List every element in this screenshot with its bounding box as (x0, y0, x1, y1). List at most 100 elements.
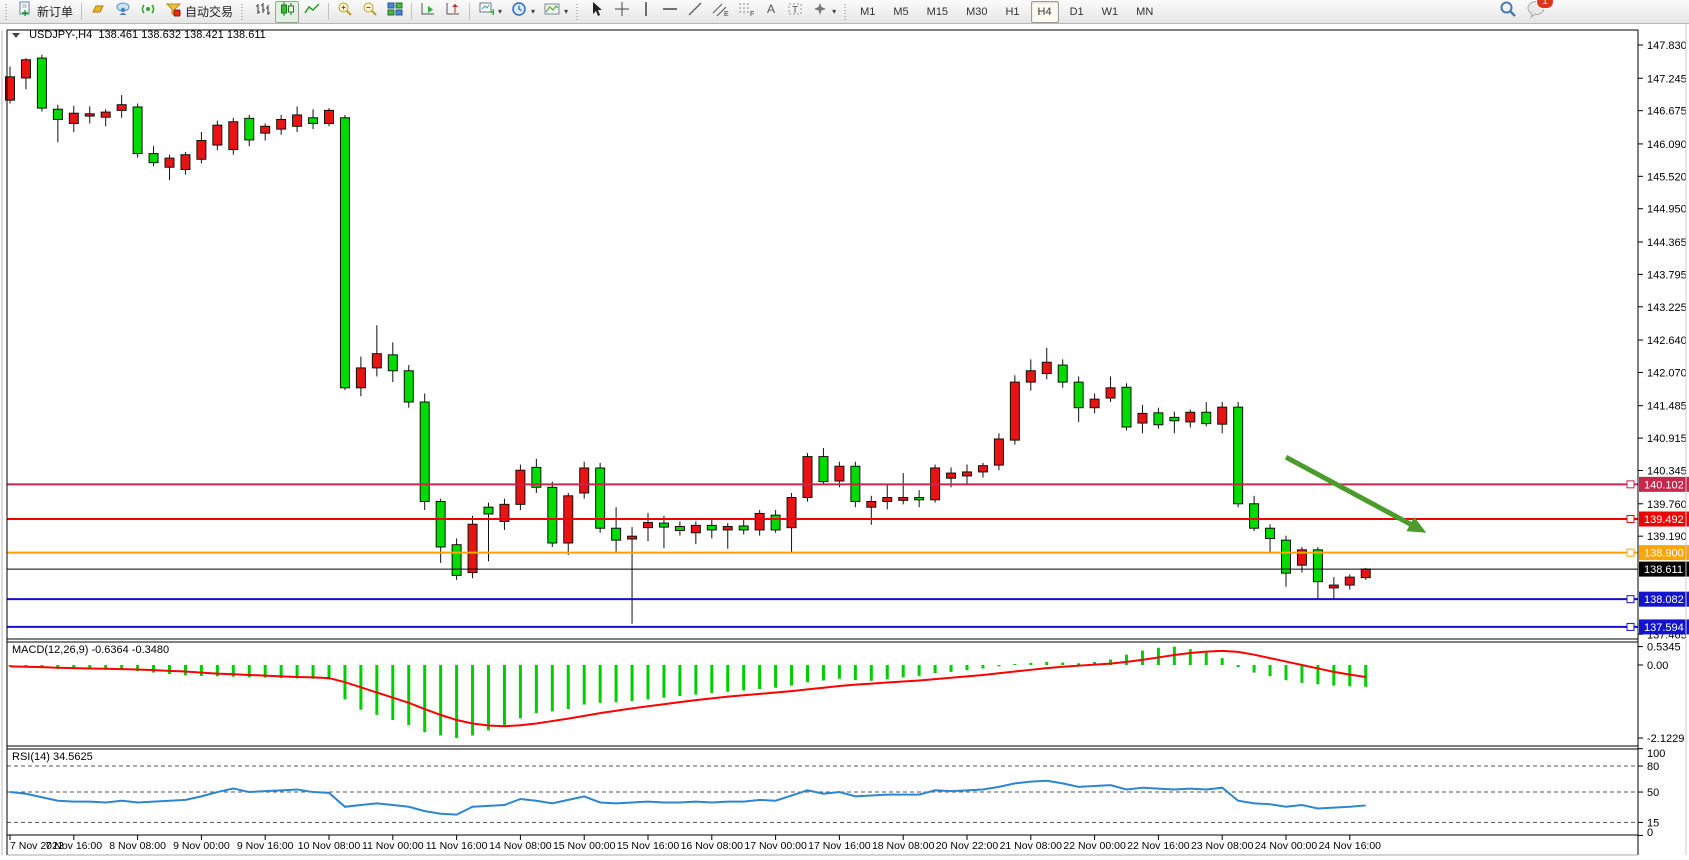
community-button[interactable] (111, 1, 135, 23)
tf-H1[interactable]: H1 (998, 1, 1026, 23)
arrows-tool-button[interactable]: ▾ (808, 1, 840, 23)
new-order-button[interactable]: + 新订单 (14, 1, 77, 23)
tf-MN[interactable]: MN (1129, 1, 1160, 23)
tf-W1[interactable]: W1 (1095, 1, 1126, 23)
horizontal-line-icon (662, 1, 678, 22)
chevron-down-icon: ▾ (832, 7, 836, 16)
svg-text:18 Nov 08:00: 18 Nov 08:00 (872, 840, 935, 852)
svg-text:-2.1229: -2.1229 (1647, 733, 1684, 745)
zoom-out-icon (362, 1, 378, 22)
toolbar-separator (411, 3, 412, 20)
rsi-indicator-label: RSI(14) 34.5625 (12, 751, 93, 763)
hline-handle[interactable] (1627, 623, 1634, 630)
svg-text:146.675: 146.675 (1647, 106, 1687, 118)
chevron-down-icon: ▾ (531, 7, 535, 16)
new-chart-button[interactable]: + ▾ (474, 1, 506, 23)
crosshair-tool-button[interactable] (610, 1, 634, 23)
chart-canvas[interactable]: 147.830147.245146.675146.090145.520144.9… (0, 0, 1689, 860)
hline-handle[interactable] (1627, 596, 1634, 603)
chat-icon[interactable]: 1 (1527, 0, 1547, 23)
text-label-icon: T (787, 1, 803, 22)
svg-text:138.082: 138.082 (1644, 594, 1684, 606)
mt4-window: + 新订单 自动交易 (0, 0, 1689, 860)
line-chart-button[interactable] (300, 1, 324, 23)
hline-handle[interactable] (1627, 516, 1634, 523)
svg-text:139.190: 139.190 (1647, 531, 1687, 543)
hline-handle[interactable] (1627, 549, 1634, 556)
svg-text:15 Nov 16:00: 15 Nov 16:00 (617, 840, 680, 852)
svg-text:140.345: 140.345 (1647, 466, 1687, 478)
signals-button[interactable] (136, 1, 160, 23)
svg-text:146.090: 146.090 (1647, 139, 1687, 151)
svg-text:23 Nov 08:00: 23 Nov 08:00 (1191, 840, 1254, 852)
svg-text:145.520: 145.520 (1647, 171, 1687, 183)
svg-text:139.492: 139.492 (1644, 514, 1684, 526)
svg-text:21 Nov 08:00: 21 Nov 08:00 (1000, 840, 1063, 852)
toolbar-grip[interactable] (5, 4, 10, 20)
chart-shift-button[interactable] (441, 1, 465, 23)
market-button[interactable] (86, 1, 110, 23)
svg-text:F: F (750, 11, 754, 17)
svg-text:0: 0 (1647, 827, 1653, 839)
toolbar-grip[interactable] (241, 4, 246, 20)
templates-button[interactable]: ▾ (540, 1, 572, 23)
svg-text:15 Nov 00:00: 15 Nov 00:00 (553, 840, 616, 852)
svg-text:143.225: 143.225 (1647, 302, 1687, 314)
svg-text:137.594: 137.594 (1644, 622, 1684, 634)
new-chart-icon: + (478, 1, 494, 22)
svg-text:0.00: 0.00 (1647, 660, 1668, 672)
svg-text:24 Nov 16:00: 24 Nov 16:00 (1319, 840, 1382, 852)
tf-M5[interactable]: M5 (886, 1, 915, 23)
auto-trading-button[interactable]: 自动交易 (161, 1, 237, 23)
zoom-out-button[interactable] (358, 1, 382, 23)
toolbar-grip[interactable] (844, 4, 849, 20)
text-tool-button[interactable]: A (760, 1, 782, 23)
svg-text:16 Nov 08:00: 16 Nov 08:00 (681, 840, 744, 852)
period-button[interactable]: ▾ (507, 1, 539, 23)
toolbar: + 新订单 自动交易 (0, 0, 1689, 24)
svg-text:141.485: 141.485 (1647, 401, 1687, 413)
trendline-tool-button[interactable] (683, 1, 707, 23)
trendline-icon (687, 1, 703, 22)
clock-icon (511, 1, 527, 22)
chart-ohlc-values: 138.461 138.632 138.421 138.611 (98, 29, 265, 41)
svg-text:11 Nov 00:00: 11 Nov 00:00 (362, 840, 424, 852)
tf-D1[interactable]: D1 (1063, 1, 1091, 23)
tf-M30[interactable]: M30 (959, 1, 994, 23)
auto-scroll-button[interactable] (416, 1, 440, 23)
candlestick-chart-icon (279, 1, 295, 22)
svg-text:24 Nov 00:00: 24 Nov 00:00 (1255, 840, 1318, 852)
cursor-tool-button[interactable] (585, 1, 609, 23)
tile-windows-icon (387, 1, 403, 22)
macd-indicator-label: MACD(12,26,9) -0.6364 -0.3480 (12, 644, 169, 656)
search-icon[interactable] (1499, 0, 1517, 23)
svg-text:80: 80 (1647, 761, 1659, 773)
hline-handle[interactable] (1627, 481, 1634, 488)
tf-M1[interactable]: M1 (853, 1, 882, 23)
toolbar-grip[interactable] (576, 4, 581, 20)
bar-chart-button[interactable] (250, 1, 274, 23)
svg-text:144.950: 144.950 (1647, 204, 1687, 216)
svg-text:7 Nov 16:00: 7 Nov 16:00 (45, 840, 102, 852)
chevron-down-icon: ▾ (498, 7, 502, 16)
zoom-in-button[interactable] (333, 1, 357, 23)
svg-text:0.5345: 0.5345 (1647, 642, 1681, 654)
tile-windows-button[interactable] (383, 1, 407, 23)
equidistant-channel-tool-button[interactable]: E (708, 1, 733, 23)
tf-M15[interactable]: M15 (920, 1, 955, 23)
fibonacci-tool-button[interactable]: F (734, 1, 759, 23)
candlestick-chart-button[interactable] (275, 1, 299, 23)
line-chart-icon (304, 1, 320, 22)
vertical-line-tool-button[interactable] (635, 1, 657, 23)
auto-trading-label: 自动交易 (185, 3, 233, 20)
text-label-tool-button[interactable]: T (783, 1, 807, 23)
horizontal-line-tool-button[interactable] (658, 1, 682, 23)
svg-text:100: 100 (1647, 748, 1665, 760)
svg-text:22 Nov 00:00: 22 Nov 00:00 (1063, 840, 1126, 852)
auto-scroll-icon (420, 1, 436, 22)
equidistant-channel-icon: E (712, 1, 729, 22)
collapse-icon[interactable] (12, 33, 20, 38)
tf-H4[interactable]: H4 (1031, 1, 1059, 23)
svg-text:140.915: 140.915 (1647, 433, 1687, 445)
notification-badge: 1 (1536, 0, 1554, 9)
